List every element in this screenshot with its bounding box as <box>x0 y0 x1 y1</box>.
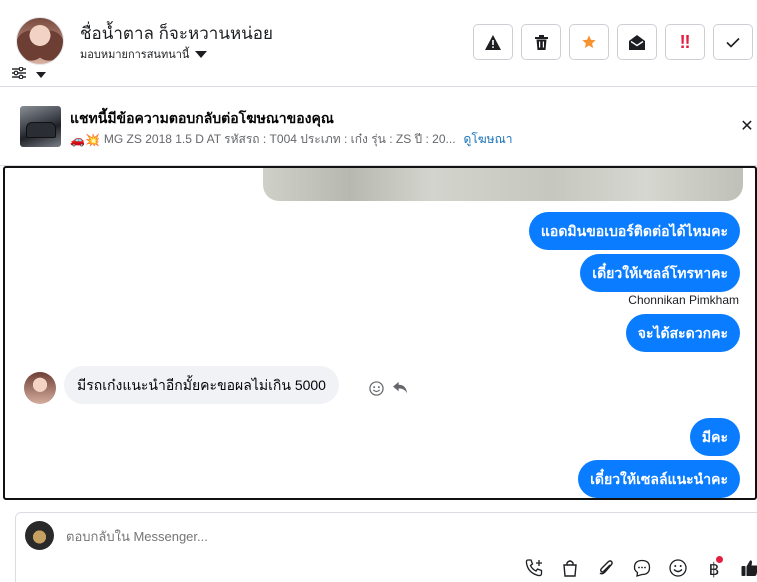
warning-icon <box>485 34 501 50</box>
react-emoji-icon[interactable] <box>367 381 385 399</box>
conversation-header: ชื่อน้ำตาล ก็จะหวานหน่อย มอบหมายการสนทนา… <box>0 0 757 86</box>
double-exclamation-icon: ‼ <box>679 31 691 52</box>
ad-thumbnail[interactable] <box>20 106 61 147</box>
contact-avatar-small <box>24 372 56 404</box>
reply-icon[interactable] <box>391 381 409 399</box>
outgoing-message[interactable]: แอดมินขอเบอร์ติดต่อได้ไหมคะ <box>528 212 740 250</box>
incoming-message[interactable]: มีรถเก๋งแนะนำอีกมั้ยคะขอผลไม่เกิน 5000 <box>64 366 339 404</box>
assign-label: มอบหมายการสนทนานี้ <box>80 49 190 61</box>
sender-name: Chonnikan Pimkham <box>628 293 739 307</box>
report-spam-button[interactable] <box>473 24 513 60</box>
shared-image-message[interactable] <box>263 168 743 201</box>
chat-bubble-icon[interactable] <box>631 559 653 581</box>
contact-name[interactable]: ชื่อน้ำตาล ก็จะหวานหน่อย <box>80 20 273 47</box>
thumbs-up-icon[interactable] <box>739 559 757 581</box>
mark-unread-button[interactable] <box>617 24 657 60</box>
page-avatar <box>25 521 54 550</box>
attachment-icon[interactable] <box>595 559 617 581</box>
assign-conversation-dropdown[interactable]: มอบหมายการสนทนานี้ <box>80 45 208 63</box>
message-thread[interactable]: แอดมินขอเบอร์ติดต่อได้ไหมคะ เดี๋ยวให้เซล… <box>3 166 757 500</box>
contact-avatar[interactable] <box>16 17 64 65</box>
follow-up-button[interactable]: ‼ <box>665 24 705 60</box>
star-button[interactable] <box>569 24 609 60</box>
outgoing-message[interactable]: มีคะ <box>689 418 740 456</box>
envelope-open-icon <box>629 34 645 50</box>
close-icon: ✕ <box>740 118 754 135</box>
outgoing-message[interactable]: เดี๋ยวให้เซลล์โทรหาคะ <box>580 254 740 292</box>
star-icon <box>582 35 596 48</box>
ad-detail-text: MG ZS 2018 1.5 D AT รหัสรถ : T004 ประเภท… <box>103 132 456 146</box>
inbox-conversation-view: ชื่อน้ำตาล ก็จะหวานหน่อย มอบหมายการสนทนา… <box>0 0 757 582</box>
notification-dot <box>716 556 724 563</box>
chevron-down-icon <box>195 50 208 58</box>
mark-done-button[interactable] <box>713 24 753 60</box>
delete-button[interactable] <box>521 24 561 60</box>
call-icon[interactable] <box>523 559 545 581</box>
ad-banner-detail: 🚗💥 MG ZS 2018 1.5 D AT รหัสรถ : T004 ประ… <box>70 130 512 149</box>
reply-input[interactable] <box>66 529 466 544</box>
trash-icon <box>534 34 548 50</box>
view-ad-link[interactable]: ดูโฆษณา <box>464 130 513 149</box>
shopping-bag-icon[interactable] <box>559 559 581 581</box>
outgoing-message[interactable]: จะได้สะดวกคะ <box>625 314 740 352</box>
check-icon <box>726 37 740 48</box>
sliders-icon <box>12 66 26 84</box>
ad-banner-title: แชทนี้มีข้อความตอบกลับต่อโฆษณาของคุณ <box>70 110 334 126</box>
reply-composer: ฿ <box>15 512 757 582</box>
car-emoji-icon: 🚗💥 <box>70 132 100 147</box>
filter-dropdown[interactable] <box>12 66 46 84</box>
ad-reply-banner: แชทนี้มีข้อความตอบกลับต่อโฆษณาของคุณ 🚗💥 … <box>0 87 757 165</box>
close-banner-button[interactable]: ✕ <box>737 117 757 137</box>
outgoing-message[interactable]: เดี๋ยวให้เซลล์แนะนำคะ <box>578 460 740 498</box>
emoji-icon[interactable] <box>667 559 689 581</box>
chevron-down-icon <box>36 72 46 78</box>
payment-baht-icon[interactable]: ฿ <box>703 556 725 581</box>
